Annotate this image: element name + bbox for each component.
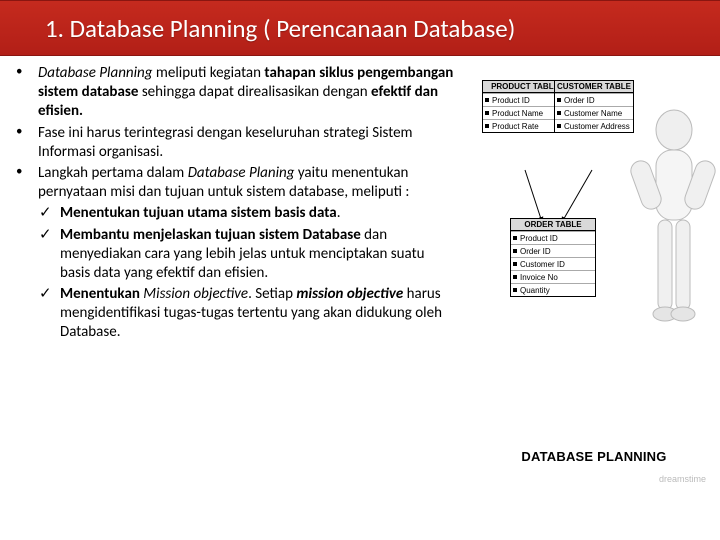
text: Mission objective: [143, 285, 248, 303]
check-item: Membantu menjelaskan tujuan sistem Datab…: [38, 226, 458, 284]
customer-table: CUSTOMER TABLE Order ID Customer Name Cu…: [554, 80, 634, 133]
text: meliputi kegiatan: [153, 64, 265, 82]
bullet-item: Database Planning meliputi kegiatan taha…: [10, 64, 458, 122]
slide-content: Database Planning meliputi kegiatan taha…: [0, 56, 720, 504]
text: .: [337, 204, 341, 222]
table-head: CUSTOMER TABLE: [555, 81, 633, 93]
text-column: Database Planning meliputi kegiatan taha…: [10, 64, 464, 504]
table-row: Order ID: [511, 244, 595, 257]
table-row: Order ID: [555, 93, 633, 106]
check-list: Menentukan tujuan utama sistem basis dat…: [38, 204, 458, 342]
figure-caption: DATABASE PLANNING: [484, 449, 704, 464]
table-row: Customer Address: [555, 119, 633, 132]
text: Langkah pertama dalam: [38, 164, 188, 182]
text: Menentukan: [60, 285, 143, 303]
figure-column: PRODUCT TABLE Product ID Product Name Pr…: [464, 64, 714, 504]
person-character-icon: [628, 102, 718, 362]
slide-header: 1. Database Planning ( Perencanaan Datab…: [0, 0, 720, 56]
erd-tables: PRODUCT TABLE Product ID Product Name Pr…: [482, 80, 632, 350]
bullet-list: Database Planning meliputi kegiatan taha…: [10, 64, 458, 343]
order-table: ORDER TABLE Product ID Order ID Customer…: [510, 218, 596, 297]
watermark-text: dreamstime: [659, 474, 706, 484]
check-item: Menentukan tujuan utama sistem basis dat…: [38, 204, 458, 223]
text: Fase ini harus terintegrasi dengan kesel…: [38, 124, 413, 161]
slide-title: 1. Database Planning ( Perencanaan Datab…: [45, 13, 515, 44]
table-row: Customer Name: [555, 106, 633, 119]
text: Database Planning: [38, 64, 153, 82]
text: Database Planing: [188, 164, 295, 182]
database-planning-figure: PRODUCT TABLE Product ID Product Name Pr…: [482, 72, 712, 492]
bullet-item: Langkah pertama dalam Database Planing y…: [10, 164, 458, 343]
table-row: Invoice No: [511, 270, 595, 283]
text: Menentukan tujuan utama sistem basis dat…: [60, 204, 337, 222]
table-head: ORDER TABLE: [511, 219, 595, 231]
text: sehingga dapat direalisasikan dengan: [142, 83, 371, 101]
text: . Setiap: [248, 285, 296, 303]
check-item: Menentukan Mission objective. Setiap mis…: [38, 285, 458, 343]
table-row: Customer ID: [511, 257, 595, 270]
table-row: Product ID: [511, 231, 595, 244]
text: mission objective: [296, 285, 403, 303]
text: Membantu menjelaskan tujuan sistem Datab…: [60, 226, 361, 244]
table-row: Quantity: [511, 283, 595, 296]
bullet-item: Fase ini harus terintegrasi dengan kesel…: [10, 124, 458, 162]
